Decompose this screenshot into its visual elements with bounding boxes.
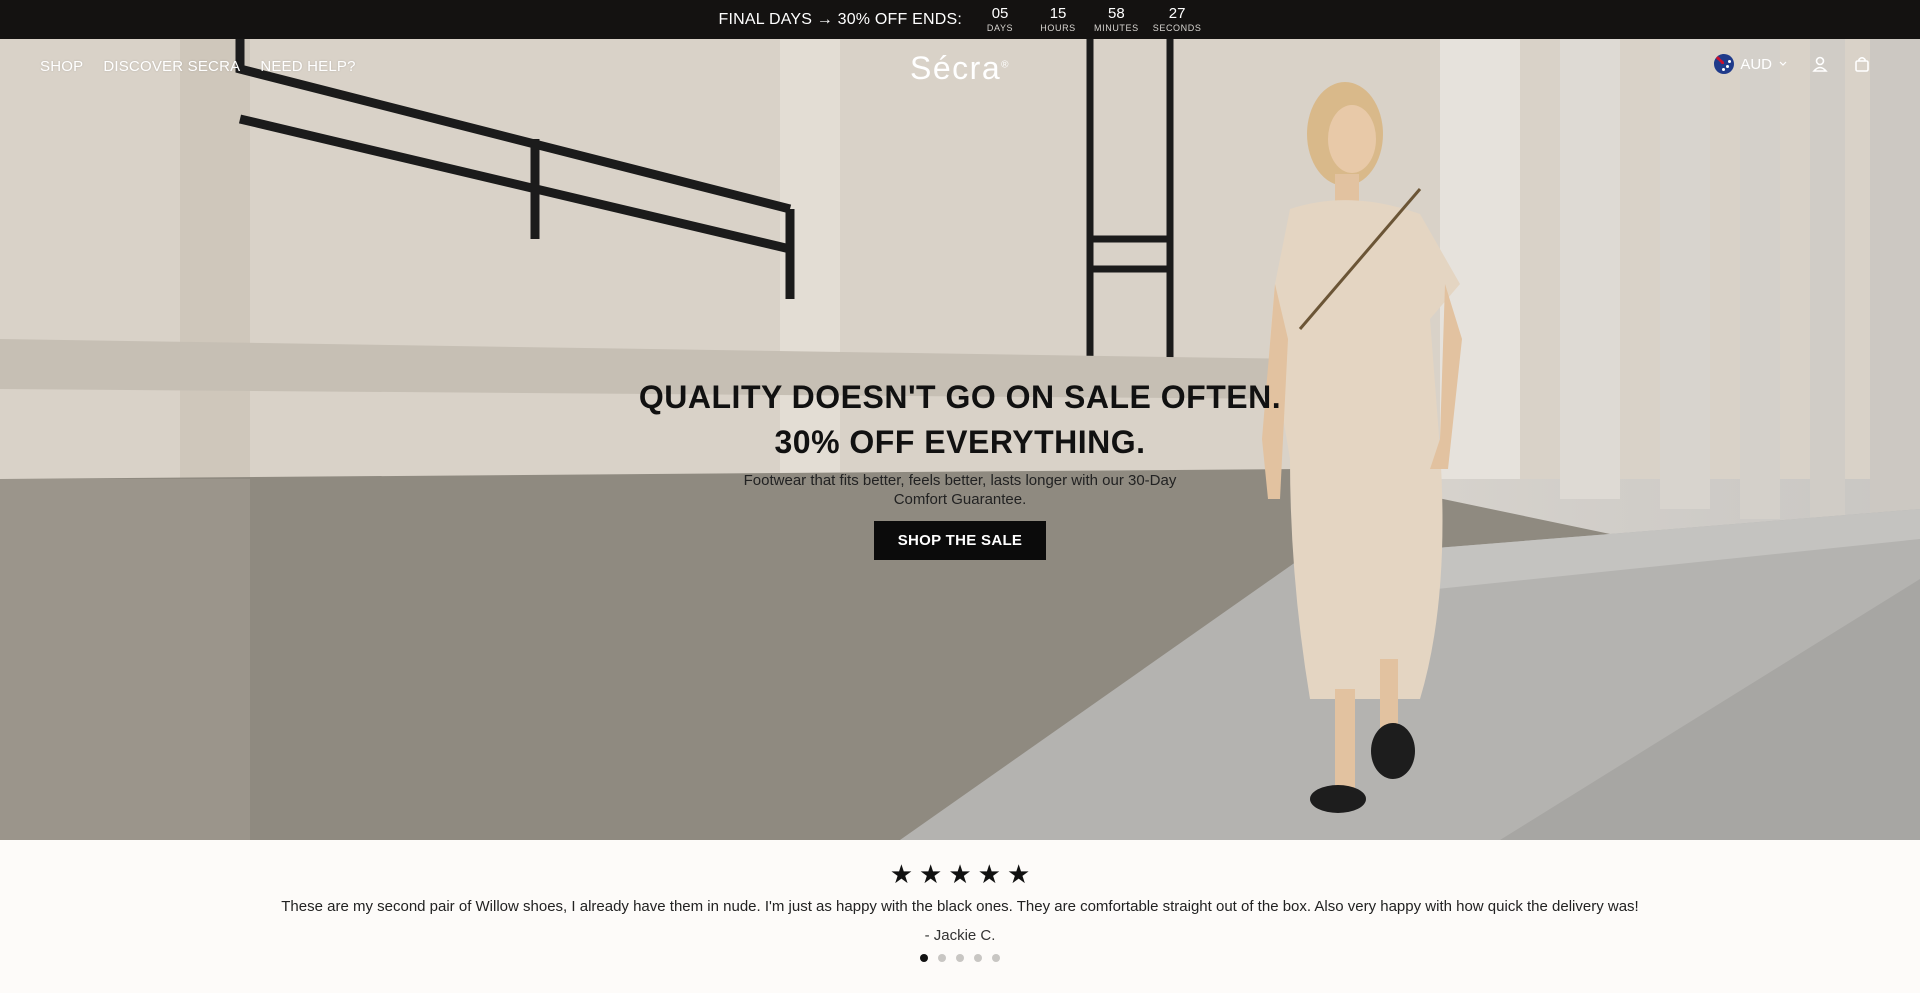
announcement-text: FINAL DAYS → 30% OFF ENDS: [718,10,963,28]
countdown-hours: 15 HOURS [1036,6,1080,33]
star-icon: ★ [1006,859,1031,889]
hero-headline-line1: QUALITY DOESN'T GO ON SALE OFTEN. [638,379,1282,415]
pagination-dot[interactable] [938,954,946,962]
countdown-minutes-label: MINUTES [1094,23,1139,33]
countdown-days-label: DAYS [986,23,1014,33]
pagination-dot[interactable] [956,954,964,962]
countdown-minutes: 58 MINUTES [1094,6,1139,33]
star-icon: ★ [948,859,972,889]
nav-shop[interactable]: SHOP [40,58,83,75]
brand-logo[interactable]: Sécra® [910,50,1010,87]
star-icon: ★ [889,859,914,889]
reviews-section: ★ ★ ★ ★ ★ These are my second pair of Willow… [0,840,1920,993]
currency-selector[interactable]: AUD [1714,54,1788,74]
countdown-seconds: 27 SECONDS [1153,6,1202,33]
countdown-minutes-value: 58 [1108,5,1125,22]
star-icon: ★ [919,859,943,889]
pagination-dot[interactable] [974,954,982,962]
chevron-down-icon [1778,56,1788,73]
nav-discover-secra[interactable]: DISCOVER SECRA [103,58,240,75]
countdown-hours-value: 15 [1049,5,1067,22]
hero-copy: QUALITY DOESN'T GO ON SALE OFTEN. 30% OF… [0,375,1920,560]
pagination-dot[interactable] [992,954,1000,962]
account-icon[interactable] [1810,54,1830,74]
currency-label: AUD [1740,55,1772,73]
review-pagination [0,954,1920,962]
nav-need-help[interactable]: NEED HELP? [260,58,355,75]
star-rating: ★ ★ ★ ★ ★ [0,860,1920,888]
shop-the-sale-button[interactable]: SHOP THE SALE [873,521,1047,560]
hero-subtext: Footwear that fits better, feels better,… [743,472,1177,508]
review-author: - Jackie C. [924,927,996,944]
brand-logo-text: Sécra [910,50,1002,86]
header-actions: AUD [1714,54,1872,74]
countdown-seconds-label: SECONDS [1152,23,1202,33]
cart-icon[interactable] [1852,54,1872,74]
announcement-bar: FINAL DAYS → 30% OFF ENDS: 05 DAYS 15 HO… [0,0,1920,39]
australia-flag-icon [1714,54,1735,74]
review-quote: These are my second pair of Willow shoes… [281,898,1639,915]
countdown-days-value: 05 [991,5,1009,22]
star-icon: ★ [977,859,1001,889]
countdown-hours-label: HOURS [1040,23,1076,33]
main-nav: SHOP DISCOVER SECRA NEED HELP? [40,58,356,75]
hero-headline-line2: 30% OFF EVERYTHING. [774,424,1146,460]
countdown-days: 05 DAYS [978,6,1022,33]
registered-mark: ® [1001,59,1010,71]
pagination-dot[interactable] [920,954,928,962]
countdown-seconds-value: 27 [1168,5,1186,22]
